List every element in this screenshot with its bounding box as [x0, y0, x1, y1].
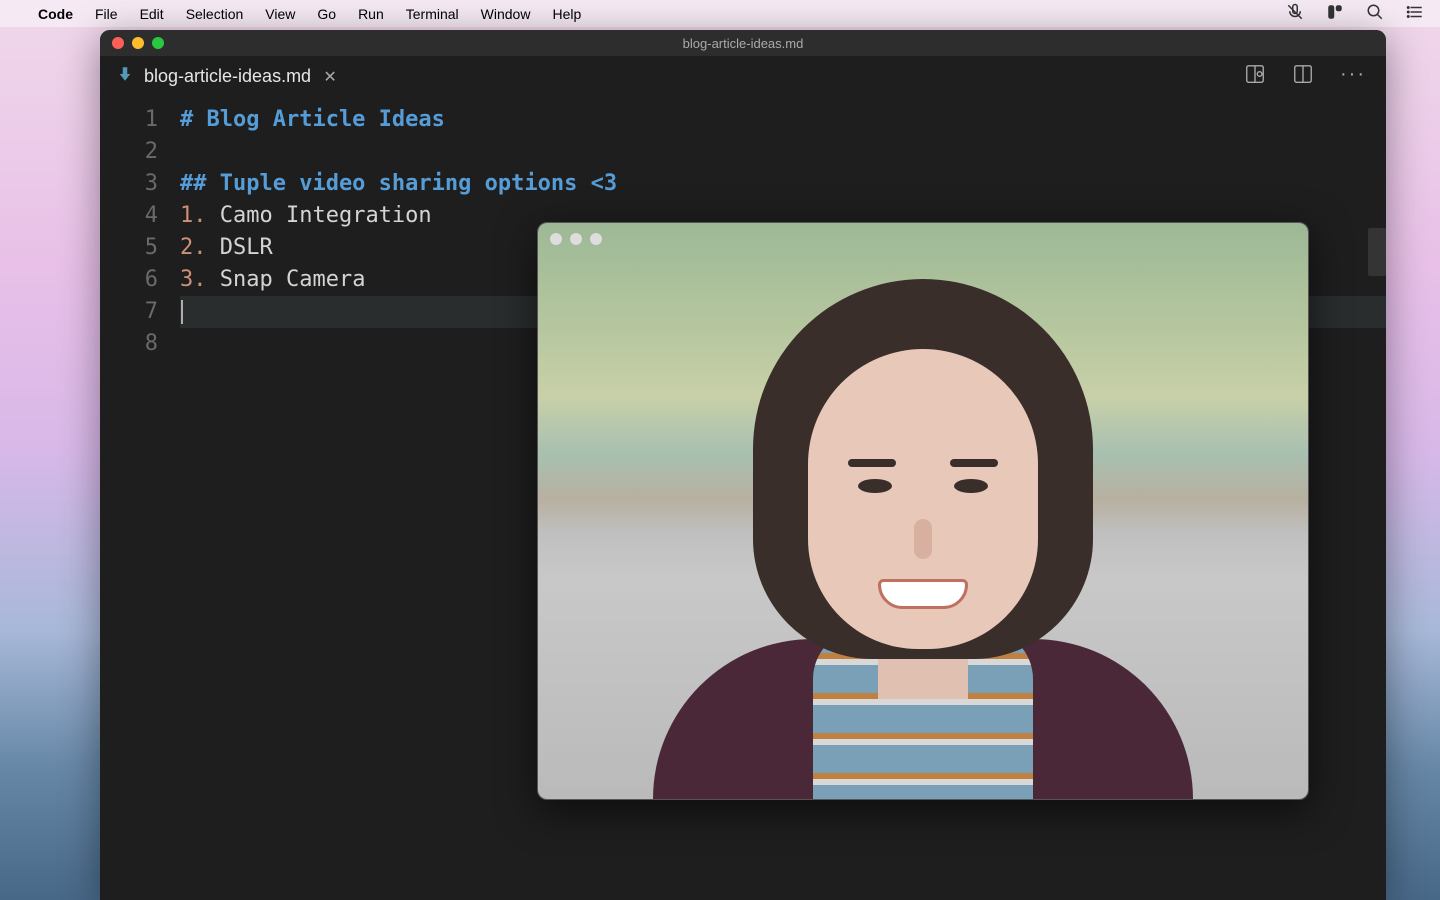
window-zoom-button[interactable] — [152, 37, 164, 49]
menu-window[interactable]: Window — [481, 6, 531, 22]
menu-help[interactable]: Help — [552, 6, 581, 22]
menu-edit[interactable]: Edit — [140, 6, 164, 22]
menu-view[interactable]: View — [265, 6, 295, 22]
line-number: 7 — [100, 296, 158, 328]
video-window-zoom[interactable] — [590, 233, 602, 245]
traffic-lights — [112, 37, 164, 49]
line-number: 3 — [100, 168, 158, 200]
line-number: 8 — [100, 328, 158, 360]
menu-file[interactable]: File — [95, 6, 118, 22]
video-window-minimize[interactable] — [570, 233, 582, 245]
menu-terminal[interactable]: Terminal — [406, 6, 459, 22]
text-cursor — [181, 300, 183, 324]
list-marker: 2. — [180, 235, 207, 260]
code-line-5: DSLR — [207, 235, 273, 260]
menu-list-icon[interactable] — [1406, 3, 1424, 24]
control-center-icon[interactable] — [1326, 3, 1344, 24]
line-number: 1 — [100, 104, 158, 136]
video-traffic-lights — [550, 233, 602, 245]
video-window-close[interactable] — [550, 233, 562, 245]
more-icon[interactable]: ··· — [1340, 63, 1366, 90]
video-overlay-window[interactable] — [537, 222, 1309, 800]
webcam-video — [538, 223, 1308, 799]
markdown-file-icon — [116, 65, 134, 88]
list-marker: 1. — [180, 203, 207, 228]
line-number: 6 — [100, 264, 158, 296]
line-number: 4 — [100, 200, 158, 232]
mac-menubar: Code File Edit Selection View Go Run Ter… — [0, 0, 1440, 27]
search-icon[interactable] — [1366, 3, 1384, 24]
code-line-6: Snap Camera — [207, 267, 366, 292]
tab-bar: blog-article-ideas.md ✕ ··· — [100, 56, 1386, 98]
line-number-gutter: 1 2 3 4 5 6 7 8 — [100, 98, 180, 900]
mic-muted-icon[interactable] — [1286, 3, 1304, 24]
window-minimize-button[interactable] — [132, 37, 144, 49]
list-marker: 3. — [180, 267, 207, 292]
tab-filename: blog-article-ideas.md — [144, 66, 311, 87]
code-line-2 — [180, 136, 1386, 168]
menu-go[interactable]: Go — [317, 6, 336, 22]
code-line-3: ## Tuple video sharing options <3 — [180, 171, 617, 196]
window-title: blog-article-ideas.md — [683, 36, 804, 51]
line-number: 2 — [100, 136, 158, 168]
line-number: 5 — [100, 232, 158, 264]
split-editor-icon[interactable] — [1292, 63, 1314, 90]
window-close-button[interactable] — [112, 37, 124, 49]
window-titlebar[interactable]: blog-article-ideas.md — [100, 30, 1386, 56]
minimap-slider[interactable] — [1368, 228, 1386, 276]
menu-selection[interactable]: Selection — [186, 6, 244, 22]
open-preview-icon[interactable] — [1244, 63, 1266, 90]
menu-app-name[interactable]: Code — [38, 6, 73, 22]
tab-active[interactable]: blog-article-ideas.md ✕ — [100, 56, 355, 98]
menu-run[interactable]: Run — [358, 6, 384, 22]
code-line-4: Camo Integration — [207, 203, 432, 228]
code-line-1: # Blog Article Ideas — [180, 107, 445, 132]
tab-close-icon[interactable]: ✕ — [321, 67, 339, 87]
